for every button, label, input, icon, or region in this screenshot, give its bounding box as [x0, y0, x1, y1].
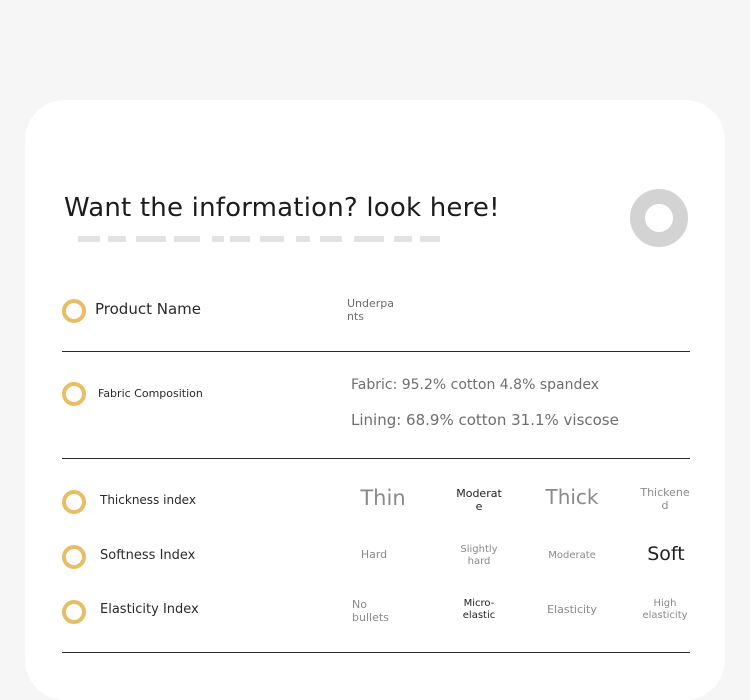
- softness-option-line: hard: [467, 555, 491, 567]
- elasticity-option-line: elastic: [462, 609, 496, 621]
- thickness-index-label: Thickness index: [100, 493, 196, 507]
- elasticity-option-line: No: [352, 598, 367, 611]
- softness-option-line: Soft: [647, 543, 685, 565]
- faded-subtitle-decoration: [64, 236, 444, 242]
- fabric-composition-label: Fabric Composition: [98, 387, 203, 400]
- ring-icon: [630, 189, 688, 247]
- bullet-ring-icon: [62, 299, 86, 323]
- softness-index-label: Softness Index: [100, 548, 196, 563]
- elasticity-option-line: elasticity: [642, 609, 688, 621]
- elasticity-option-elasticity: Elasticity: [536, 603, 608, 617]
- thickness-option-line: e: [475, 499, 483, 513]
- elasticity-option-line: Micro-: [463, 598, 495, 609]
- thickness-option-line: Thickene: [640, 486, 690, 499]
- thickness-option-line: d: [661, 498, 669, 512]
- bullet-ring-icon: [62, 600, 86, 624]
- bullet-ring-icon: [62, 382, 86, 406]
- softness-option-line: Slightly: [460, 544, 498, 555]
- softness-option-hard: Hard: [344, 548, 404, 562]
- thickness-option-line: Moderat: [456, 487, 502, 500]
- elasticity-option-line: bullets: [352, 610, 389, 624]
- elasticity-option-micro-elastic: Micro- elastic: [446, 598, 512, 621]
- bullet-ring-icon: [62, 490, 86, 514]
- section-divider: [62, 351, 690, 352]
- thickness-option-line: Thin: [360, 486, 406, 510]
- elasticity-option-line: High: [653, 598, 677, 609]
- product-name-value-line: Underpa: [347, 297, 395, 310]
- fabric-value: Fabric: 95.2% cotton 4.8% spandex: [351, 377, 599, 393]
- thickness-option-thin: Thin: [343, 486, 423, 510]
- softness-option-soft: Soft: [630, 543, 702, 566]
- product-name-label: Product Name: [95, 300, 201, 318]
- softness-option-line: Hard: [360, 548, 388, 561]
- bullet-ring-icon: [62, 545, 86, 569]
- page-title: Want the information? look here!: [64, 193, 500, 223]
- elasticity-index-label: Elasticity Index: [100, 602, 199, 617]
- softness-option-line: Moderate: [548, 550, 596, 561]
- section-divider: [62, 458, 690, 459]
- thickness-option-moderate: Moderat e: [444, 487, 514, 513]
- softness-option-moderate: Moderate: [536, 550, 608, 562]
- lining-value: Lining: 68.9% cotton 31.1% viscose: [351, 411, 619, 429]
- product-name-value: Underpa nts: [347, 297, 394, 323]
- thickness-option-thickened: Thickene d: [632, 486, 698, 512]
- product-name-value-line: nts: [347, 310, 365, 323]
- softness-option-slightly-hard: Slightly hard: [446, 544, 512, 567]
- thickness-option-line: Thick: [545, 485, 599, 509]
- section-divider: [62, 652, 690, 653]
- elasticity-option-line: Elasticity: [547, 603, 597, 616]
- elasticity-option-no-bullets: No bullets: [352, 598, 408, 624]
- elasticity-option-high-elasticity: High elasticity: [630, 598, 700, 621]
- thickness-option-thick: Thick: [532, 486, 612, 509]
